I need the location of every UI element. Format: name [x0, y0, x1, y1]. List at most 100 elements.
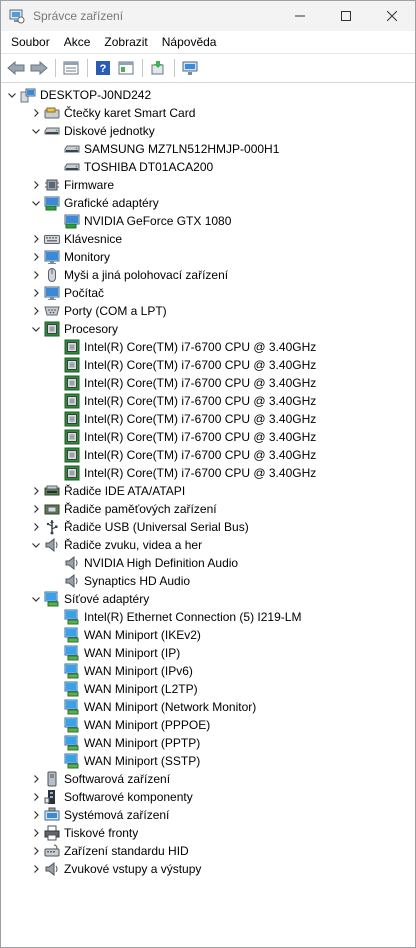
maximize-button[interactable] [323, 1, 369, 31]
tree-item[interactable]: WAN Miniport (IP) [49, 644, 180, 662]
tree-item[interactable]: WAN Miniport (IPv6) [49, 662, 193, 680]
tree-item[interactable]: WAN Miniport (L2TP) [49, 680, 198, 698]
port-icon [44, 303, 60, 319]
tree-item[interactable]: Softwarová zařízení [29, 770, 170, 788]
tree-expander[interactable] [29, 860, 43, 878]
tree-item[interactable]: Monitory [29, 248, 110, 266]
tree-expander[interactable] [29, 500, 43, 518]
tree-item[interactable]: Zvukové vstupy a výstupy [29, 860, 201, 878]
tree-item[interactable]: WAN Miniport (PPTP) [49, 734, 200, 752]
tree-expander[interactable] [29, 176, 43, 194]
tree-item[interactable]: Intel(R) Core(TM) i7-6700 CPU @ 3.40GHz [49, 410, 316, 428]
tree-expander[interactable] [29, 266, 43, 284]
tree-expander[interactable] [29, 788, 43, 806]
tree-expander[interactable] [29, 770, 43, 788]
title-bar: Správce zařízení [1, 1, 415, 31]
tree-expander[interactable] [29, 842, 43, 860]
usb-icon [44, 519, 60, 535]
minimize-button[interactable] [277, 1, 323, 31]
ide-controller-icon [44, 483, 60, 499]
tree-item[interactable]: Grafické adaptéry [29, 194, 159, 212]
tree-expander[interactable] [29, 482, 43, 500]
tree-expander[interactable] [29, 824, 43, 842]
tree-expander[interactable] [29, 518, 43, 536]
tree-expander[interactable] [5, 86, 19, 104]
tree-item-label: Intel(R) Core(TM) i7-6700 CPU @ 3.40GHz [84, 430, 317, 444]
tree-item[interactable]: Řadiče zvuku, videa a her [29, 536, 202, 554]
tree-expander[interactable] [29, 320, 43, 338]
tree-expander[interactable] [29, 230, 43, 248]
update-driver-button[interactable] [147, 57, 169, 79]
toolbar-separator [174, 59, 175, 77]
expanded-chevron-icon [32, 543, 40, 548]
tree-item[interactable]: Intel(R) Core(TM) i7-6700 CPU @ 3.40GHz [49, 374, 316, 392]
tree-item[interactable]: Firmware [29, 176, 114, 194]
tree-expander[interactable] [29, 248, 43, 266]
tree-expander[interactable] [29, 302, 43, 320]
tree-item-label: Počítač [64, 286, 105, 300]
tree-item[interactable]: Řadiče paměťových zařízení [29, 500, 217, 518]
tree-item[interactable]: Intel(R) Core(TM) i7-6700 CPU @ 3.40GHz [49, 392, 316, 410]
tree-item[interactable]: WAN Miniport (PPPOE) [49, 716, 210, 734]
device-tree[interactable]: DESKTOP-J0ND242 Čtečky karet Smart Card Di… [1, 83, 415, 947]
forward-button[interactable] [28, 57, 50, 79]
menu-napoveda[interactable]: Nápověda [155, 31, 224, 53]
close-button[interactable] [369, 1, 415, 31]
back-button[interactable] [5, 57, 27, 79]
scan-hardware-button[interactable] [179, 57, 201, 79]
tree-item[interactable]: Procesory [29, 320, 118, 338]
view-icon [118, 61, 134, 75]
tree-item[interactable]: WAN Miniport (SSTP) [49, 752, 200, 770]
tree-expander [49, 356, 63, 374]
tree-item[interactable]: Intel(R) Core(TM) i7-6700 CPU @ 3.40GHz [49, 356, 316, 374]
tree-item[interactable]: Systémová zařízení [29, 806, 169, 824]
tree-expander[interactable] [29, 536, 43, 554]
tree-item[interactable]: Počítač [29, 284, 104, 302]
menu-akce[interactable]: Akce [57, 31, 98, 53]
tree-item[interactable]: Synaptics HD Audio [49, 572, 190, 590]
tree-item[interactable]: Intel(R) Core(TM) i7-6700 CPU @ 3.40GHz [49, 446, 316, 464]
tree-item[interactable]: Porty (COM a LPT) [29, 302, 167, 320]
tree-item[interactable]: Intel(R) Core(TM) i7-6700 CPU @ 3.40GHz [49, 428, 316, 446]
tree-item[interactable]: Klávesnice [29, 230, 122, 248]
tree-item-label: Intel(R) Core(TM) i7-6700 CPU @ 3.40GHz [84, 466, 317, 480]
tree-expander[interactable] [29, 284, 43, 302]
tree-item[interactable]: Zařízení standardu HID [29, 842, 189, 860]
tree-item-label: DESKTOP-J0ND242 [40, 88, 152, 102]
tree-expander[interactable] [29, 806, 43, 824]
tree-item[interactable]: SAMSUNG MZ7LN512HMJP-000H1 [49, 140, 279, 158]
tree-expander [49, 734, 63, 752]
processor-icon [44, 321, 60, 337]
tree-expander[interactable] [29, 194, 43, 212]
menu-zobrazit[interactable]: Zobrazit [97, 31, 154, 53]
menu-soubor[interactable]: Soubor [1, 31, 57, 53]
tree-item[interactable]: TOSHIBA DT01ACA200 [49, 158, 213, 176]
tree-expander[interactable] [29, 122, 43, 140]
tree-item[interactable]: Síťové adaptéry [29, 590, 149, 608]
tree-item[interactable]: Řadiče USB (Universal Serial Bus) [29, 518, 249, 536]
tree-item-label: Zvukové vstupy a výstupy [64, 862, 202, 876]
tree-item-label: Síťové adaptéry [64, 592, 150, 606]
collapsed-chevron-icon [34, 793, 39, 801]
tree-expander[interactable] [29, 104, 43, 122]
tree-item[interactable]: Softwarové komponenty [29, 788, 193, 806]
view-button[interactable] [115, 57, 137, 79]
help-button[interactable]: ? [92, 57, 114, 79]
tree-item[interactable]: Intel(R) Core(TM) i7-6700 CPU @ 3.40GHz [49, 338, 316, 356]
tree-item[interactable]: Diskové jednotky [29, 122, 155, 140]
tree-item[interactable]: NVIDIA High Definition Audio [49, 554, 238, 572]
properties-button[interactable] [60, 57, 82, 79]
tree-expander[interactable] [29, 590, 43, 608]
disk-drive-icon [64, 141, 80, 157]
tree-item[interactable]: Řadiče IDE ATA/ATAPI [29, 482, 185, 500]
tree-item[interactable]: DESKTOP-J0ND242 [5, 86, 151, 104]
tree-item[interactable]: NVIDIA GeForce GTX 1080 [49, 212, 231, 230]
tree-item-label: WAN Miniport (IP) [84, 646, 181, 660]
tree-item[interactable]: Myši a jiná polohovací zařízení [29, 266, 228, 284]
tree-item[interactable]: Čtečky karet Smart Card [29, 104, 195, 122]
tree-item[interactable]: Tiskové fronty [29, 824, 138, 842]
tree-item[interactable]: Intel(R) Ethernet Connection (5) I219-LM [49, 608, 301, 626]
tree-item[interactable]: WAN Miniport (Network Monitor) [49, 698, 256, 716]
tree-item[interactable]: Intel(R) Core(TM) i7-6700 CPU @ 3.40GHz [49, 464, 316, 482]
tree-item[interactable]: WAN Miniport (IKEv2) [49, 626, 201, 644]
